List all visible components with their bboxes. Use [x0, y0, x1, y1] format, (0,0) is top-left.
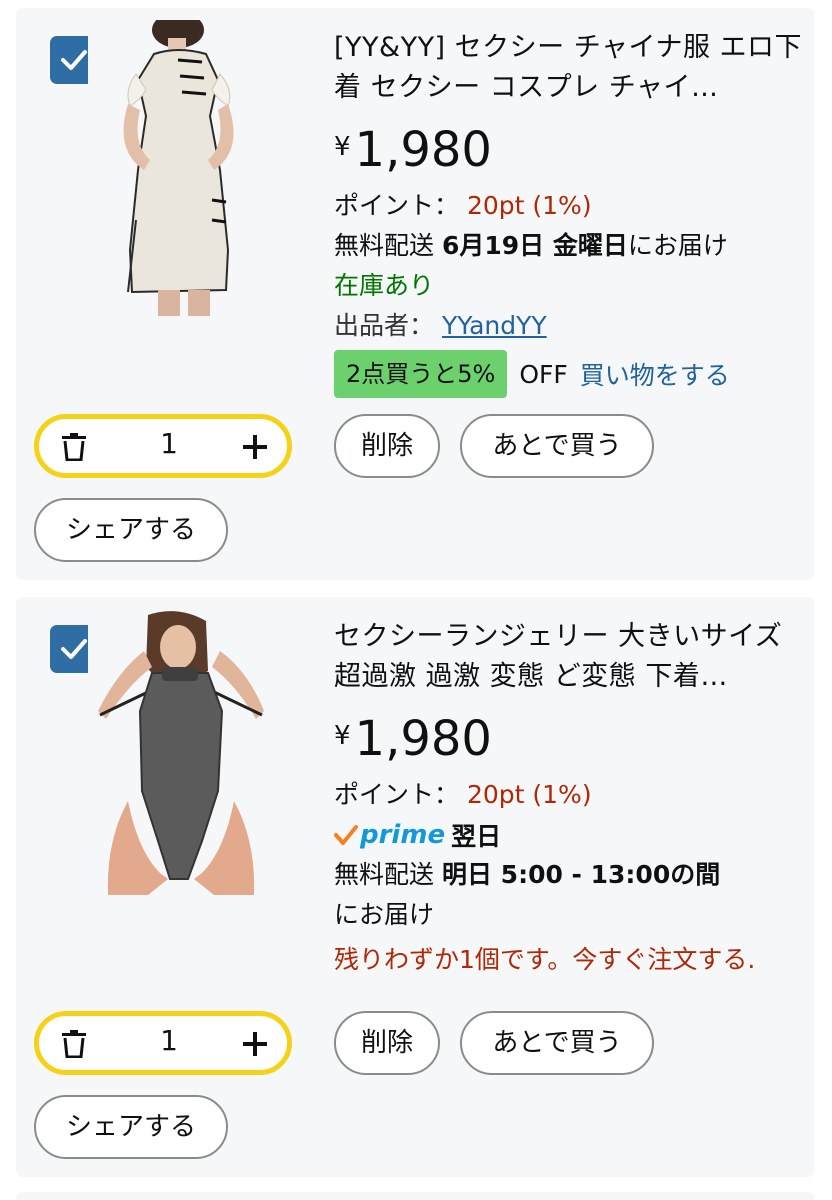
cart-item-2: セクシーランジェリー 大きいサイズ 超過激 過激 変態 ど変態 下着… ¥ 1,…: [16, 597, 814, 1177]
price-amount: 1,980: [354, 711, 492, 767]
cart-item-3-partial: [16, 1192, 814, 1200]
points-line: ポイント： 20pt (1%): [334, 775, 804, 815]
item-info: [YY&YY] セクシー チャイナ服 エロ下着 セクシー コスプレ チャイ… ¥…: [334, 28, 804, 400]
check-icon: [61, 50, 87, 70]
check-icon: [61, 639, 87, 659]
save-for-later-button[interactable]: あとで買う: [460, 414, 654, 478]
promo-badge: 2点買うと5%: [334, 350, 508, 398]
price: ¥ 1,980: [334, 709, 804, 775]
shipping-prefix: 無料配送: [334, 860, 435, 889]
prime-row: prime 翌日: [334, 815, 804, 855]
prime-badge: prime: [360, 820, 446, 850]
price: ¥ 1,980: [334, 120, 804, 186]
prime-next-day: 翌日: [451, 822, 502, 851]
product-title[interactable]: [YY&YY] セクシー チャイナ服 エロ下着 セクシー コスプレ チャイ…: [334, 28, 804, 108]
promo-row: 2点買うと5% OFF 買い物をする: [334, 348, 804, 400]
currency-symbol: ¥: [334, 132, 351, 162]
points-line: ポイント： 20pt (1%): [334, 186, 804, 226]
delivery-line: 無料配送 6月19日 金曜日にお届け: [334, 226, 804, 266]
delete-button[interactable]: 削除: [334, 1011, 440, 1075]
points-value: 20pt (1%): [466, 780, 592, 809]
trash-icon[interactable]: [61, 433, 87, 461]
product-image[interactable]: [88, 611, 278, 895]
points-label: ポイント：: [334, 780, 460, 809]
shop-promo-link[interactable]: 買い物をする: [580, 356, 730, 392]
seller-line: 出品者： YYandYY: [334, 306, 804, 346]
seller-label: 出品者：: [334, 311, 435, 340]
delete-button[interactable]: 削除: [334, 414, 440, 478]
share-button[interactable]: シェアする: [34, 498, 228, 562]
product-image[interactable]: [88, 20, 278, 316]
points-label: ポイント：: [334, 191, 460, 220]
quantity-value: 1: [160, 427, 178, 460]
prime-check-icon: [334, 825, 358, 845]
save-for-later-button[interactable]: あとで買う: [460, 1011, 654, 1075]
delivery-date: 6月19日 金曜日: [441, 231, 628, 260]
points-value: 20pt (1%): [466, 191, 592, 220]
plus-icon[interactable]: [243, 435, 267, 459]
stock-status: 在庫あり: [334, 271, 435, 300]
promo-off: OFF: [519, 359, 568, 389]
share-button[interactable]: シェアする: [34, 1095, 228, 1159]
delivery-window: 明日 5:00 - 13:00の間: [441, 860, 721, 889]
trash-icon[interactable]: [61, 1030, 87, 1058]
currency-symbol: ¥: [334, 721, 351, 751]
quantity-stepper: 1: [34, 1011, 292, 1075]
delivery-line: 無料配送 明日 5:00 - 13:00の間: [334, 855, 804, 895]
seller-link[interactable]: YYandYY: [442, 311, 547, 340]
plus-icon[interactable]: [243, 1032, 267, 1056]
price-amount: 1,980: [354, 122, 492, 178]
low-stock-warning: 残りわずか1個です。今すぐ注文する.: [334, 945, 756, 974]
product-title[interactable]: セクシーランジェリー 大きいサイズ 超過激 過激 変態 ど変態 下着…: [334, 617, 804, 697]
quantity-stepper: 1: [34, 414, 292, 478]
quantity-value: 1: [160, 1024, 178, 1057]
cart-item-1: [YY&YY] セクシー チャイナ服 エロ下着 セクシー コスプレ チャイ… ¥…: [16, 8, 814, 580]
shipping-prefix: 無料配送: [334, 231, 435, 260]
item-info: セクシーランジェリー 大きいサイズ 超過激 過激 変態 ど変態 下着… ¥ 1,…: [334, 617, 804, 981]
shipping-suffix: にお届け: [334, 900, 435, 929]
shipping-suffix: にお届け: [627, 231, 728, 260]
